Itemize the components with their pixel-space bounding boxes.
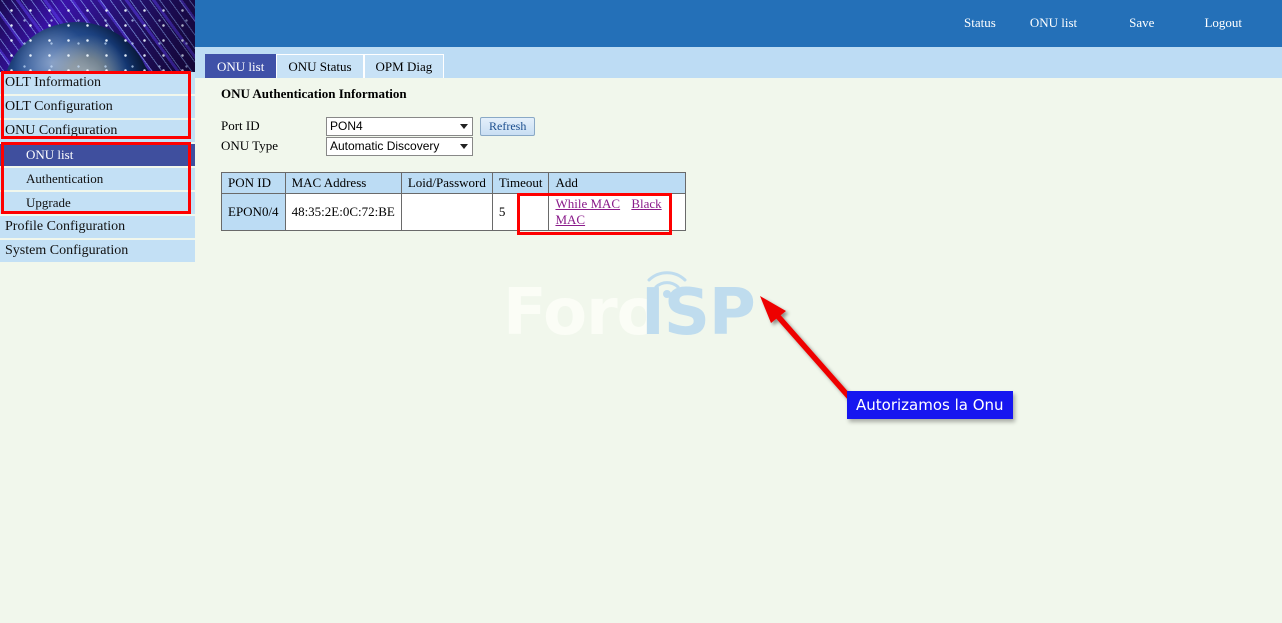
nav-link-onu-list[interactable]: ONU list	[1024, 15, 1083, 31]
watermark-text-isp: ISP	[641, 276, 755, 350]
callout-tooltip: Autorizamos la Onu	[847, 391, 1013, 419]
table-header: PON ID MAC Address Loid/Password Timeout…	[222, 173, 686, 194]
nav-link-status[interactable]: Status	[958, 15, 1002, 31]
sidebar-item-onu-configuration[interactable]: ONU Configuration	[0, 120, 195, 142]
onu-type-select[interactable]: Automatic Discovery	[326, 137, 473, 156]
sidebar-item-authentication[interactable]: Authentication	[0, 168, 195, 190]
tab-strip: ONU list ONU Status OPM Diag	[195, 45, 1282, 80]
tab-onu-status[interactable]: ONU Status	[276, 54, 363, 79]
banner-image	[0, 0, 195, 72]
column-header-add: Add	[549, 173, 686, 194]
tab-list: ONU list ONU Status OPM Diag	[205, 54, 444, 79]
cell-add-actions: While MAC Black MAC	[549, 194, 686, 231]
sidebar-item-olt-information[interactable]: OLT Information	[0, 72, 195, 94]
onu-type-row: ONU Type Automatic Discovery	[221, 136, 535, 156]
wifi-icon	[643, 266, 691, 298]
filter-form: Port ID PON4 Refresh ONU Type Automatic …	[221, 116, 535, 156]
cell-mac-address: 48:35:2E:0C:72:BE	[285, 194, 401, 231]
tab-onu-list[interactable]: ONU list	[205, 54, 276, 79]
sidebar-item-profile-configuration[interactable]: Profile Configuration	[0, 216, 195, 238]
link-while-mac[interactable]: While MAC	[555, 196, 620, 211]
sidebar-navigation: OLT Information OLT Configuration ONU Co…	[0, 72, 195, 264]
nav-link-save[interactable]: Save	[1123, 15, 1160, 31]
port-id-row: Port ID PON4 Refresh	[221, 116, 535, 136]
sidebar-item-onu-list[interactable]: ONU list	[0, 144, 195, 166]
port-id-select[interactable]: PON4	[326, 117, 473, 136]
sidebar-item-upgrade[interactable]: Upgrade	[0, 192, 195, 214]
tab-opm-diag[interactable]: OPM Diag	[364, 54, 445, 79]
cell-timeout: 5	[492, 194, 549, 231]
onu-type-label: ONU Type	[221, 138, 326, 154]
cell-loid-password	[401, 194, 492, 231]
main-content: ONU Authentication Information Port ID P…	[195, 78, 1282, 623]
watermark-text-foro: Foro	[503, 276, 660, 350]
port-id-select-wrapper: PON4	[326, 117, 473, 136]
refresh-button[interactable]: Refresh	[480, 117, 535, 136]
column-header-pon-id: PON ID	[222, 173, 286, 194]
top-navigation: Status ONU list Save Logout	[958, 0, 1282, 45]
nav-link-logout[interactable]: Logout	[1198, 15, 1248, 31]
table-body: EPON0/4 48:35:2E:0C:72:BE 5 While MAC Bl…	[222, 194, 686, 231]
cell-pon-id: EPON0/4	[222, 194, 286, 231]
table-header-row: PON ID MAC Address Loid/Password Timeout…	[222, 173, 686, 194]
onu-type-select-wrapper: Automatic Discovery	[326, 137, 473, 156]
page-title: ONU Authentication Information	[221, 86, 407, 102]
sidebar-item-system-configuration[interactable]: System Configuration	[0, 240, 195, 262]
table-row: EPON0/4 48:35:2E:0C:72:BE 5 While MAC Bl…	[222, 194, 686, 231]
banner-edge-fade	[0, 0, 195, 72]
column-header-loid-password: Loid/Password	[401, 173, 492, 194]
red-arrow-annotation	[750, 290, 860, 405]
watermark: Foro ISP	[503, 262, 793, 362]
onu-table: PON ID MAC Address Loid/Password Timeout…	[221, 172, 686, 231]
port-id-label: Port ID	[221, 118, 326, 134]
column-header-mac-address: MAC Address	[285, 173, 401, 194]
sidebar-item-olt-configuration[interactable]: OLT Configuration	[0, 96, 195, 118]
column-header-timeout: Timeout	[492, 173, 549, 194]
